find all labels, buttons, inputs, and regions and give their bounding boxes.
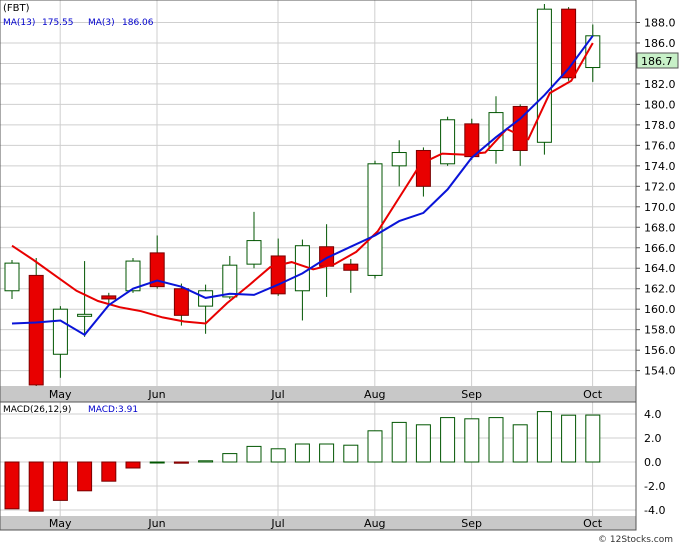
macd-y-tick-label: 4.0: [644, 408, 662, 421]
macd-bar: [125, 461, 141, 469]
macd-x-tick-label: Sep: [461, 517, 482, 530]
price-y-tick-label: 178.0: [644, 119, 676, 132]
macd-x-tick-label: Jun: [147, 517, 165, 530]
ma3-label: MA(3): [88, 18, 115, 28]
macd-bar: [319, 443, 335, 463]
chart-canvas: 154.0 156.0 158.0 160.0 162.0 164.0 166.0 168.0…: [0, 0, 680, 546]
price-y-tick-label: 180.0: [644, 98, 676, 111]
price-y-tick-label: 166.0: [644, 242, 676, 255]
stock-chart: 154.0 156.0 158.0 160.0 162.0 164.0 166.0 168.0…: [0, 0, 680, 546]
candle-up: [4, 262, 20, 292]
price-y-tick-label: 186.0: [644, 37, 676, 50]
candle-down: [270, 255, 286, 295]
candle-down: [464, 123, 480, 158]
macd-bar: [52, 461, 68, 501]
price-y-tick-label: 174.0: [644, 160, 676, 173]
macd-bar: [415, 424, 431, 463]
price-y-tick-label: 176.0: [644, 139, 676, 152]
macd-bar: [488, 417, 504, 463]
price-y-tick-label: 172.0: [644, 180, 676, 193]
price-y-tick-label: 168.0: [644, 221, 676, 234]
current-price-value: 186.7: [641, 55, 673, 68]
macd-bar: [585, 414, 601, 463]
price-y-tick-label: 154.0: [644, 365, 676, 378]
price-x-tick-label: Jul: [270, 388, 284, 401]
macd-bar: [536, 411, 552, 463]
price-y-tick-label: 160.0: [644, 303, 676, 316]
candle-up: [222, 264, 238, 298]
candle-up: [246, 240, 262, 265]
macd-bar: [246, 445, 262, 463]
macd-bar: [149, 461, 165, 464]
price-y-tick-label: 158.0: [644, 324, 676, 337]
macd-bar: [464, 418, 480, 463]
macd-bar: [173, 461, 189, 464]
macd-x-tick-label: May: [49, 517, 72, 530]
macd-y-tick-label: -4.0: [644, 504, 665, 517]
candle-up: [536, 8, 552, 143]
macd-bar: [561, 414, 577, 463]
macd-x-tick-label: Oct: [583, 517, 603, 530]
price-y-tick-label: 162.0: [644, 283, 676, 296]
macd-bar: [28, 461, 44, 512]
candle-up: [440, 119, 456, 165]
price-y-tick-label: 164.0: [644, 262, 676, 275]
macd-x-tick-label: Jul: [270, 517, 284, 530]
candle-up: [52, 308, 68, 355]
price-x-tick-label: Sep: [461, 388, 482, 401]
macd-date-axis-band: [0, 516, 636, 530]
price-y-tick-label: 182.0: [644, 78, 676, 91]
price-y-tick-label: 170.0: [644, 201, 676, 214]
candle-up: [77, 313, 93, 317]
macd-y-tick-label: -2.0: [644, 480, 665, 493]
macd-bar: [198, 460, 214, 463]
macd-x-tick-label: Aug: [364, 517, 385, 530]
price-date-axis-band: [0, 386, 636, 402]
macd-bar: [270, 448, 286, 463]
candle-down: [343, 263, 359, 271]
macd-y-tick-label: 0.0: [644, 456, 662, 469]
macd-value: MACD:3.91: [88, 405, 138, 415]
candle-up: [367, 163, 383, 276]
macd-title: MACD(26,12,9): [3, 405, 71, 415]
candle-up: [391, 152, 407, 167]
candle-down: [101, 295, 117, 300]
macd-bar: [343, 444, 359, 463]
ticker-label: (FBT): [3, 3, 30, 14]
ma13-label: MA(13): [3, 18, 35, 28]
macd-bar: [367, 430, 383, 463]
macd-bar: [440, 417, 456, 463]
ma3-value: 186.06: [122, 18, 154, 28]
price-x-tick-label: Jun: [147, 388, 165, 401]
macd-bar: [101, 461, 117, 482]
macd-y-tick-label: 2.0: [644, 432, 662, 445]
watermark: © 12Stocks.com: [598, 535, 673, 545]
macd-bar: [4, 461, 20, 510]
price-y-tick-label: 188.0: [644, 16, 676, 29]
candle-down: [173, 288, 189, 316]
macd-bar: [391, 421, 407, 463]
macd-bar: [294, 443, 310, 463]
price-y-tick-label: 156.0: [644, 344, 676, 357]
macd-bar: [77, 461, 93, 492]
macd-bar: [222, 453, 238, 463]
price-x-tick-label: May: [49, 388, 72, 401]
price-x-tick-label: Oct: [583, 388, 603, 401]
candle-down: [28, 274, 44, 386]
macd-bar: [512, 424, 528, 463]
price-x-tick-label: Aug: [364, 388, 385, 401]
ma13-value: 175.55: [42, 18, 74, 28]
